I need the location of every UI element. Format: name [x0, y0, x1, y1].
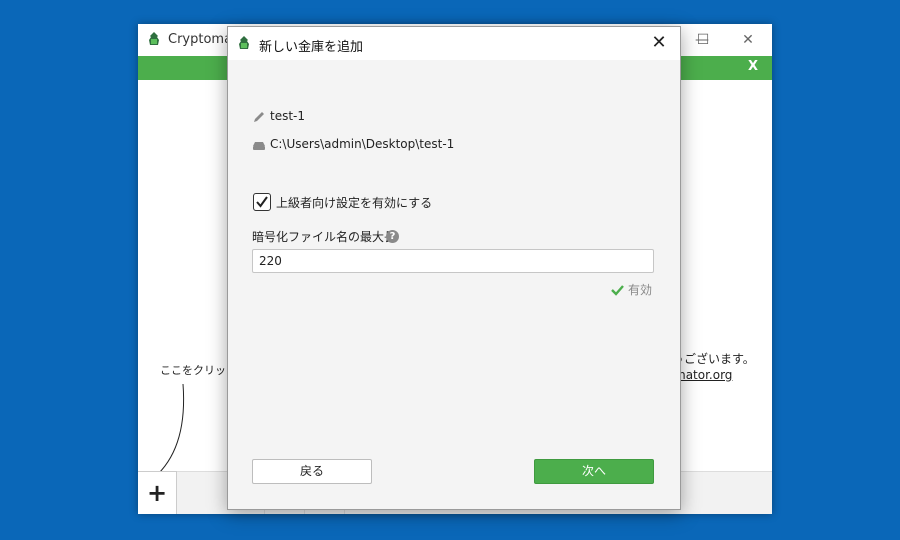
vault-path: C:\Users\admin\Desktop\test-1: [270, 137, 455, 151]
add-vault-dialog: 新しい金庫を追加 ✕ test-1 C:\Users\admin\Desktop…: [227, 26, 681, 510]
advanced-settings-checkbox[interactable]: [253, 193, 271, 211]
max-filename-length-input[interactable]: [252, 249, 654, 273]
website-link[interactable]: mator.org: [674, 368, 732, 382]
cryptomator-logo-icon: [239, 36, 249, 49]
validation-status: 有効: [611, 281, 652, 298]
valid-text: 有効: [628, 283, 653, 297]
checkmark-icon: [256, 196, 268, 208]
pencil-icon: [254, 112, 264, 122]
dialog-title: 新しい金庫を追加: [259, 40, 364, 55]
max-filename-length-label: 暗号化ファイル名の最大長: [252, 230, 397, 244]
vault-name: test-1: [270, 109, 306, 123]
advanced-settings-label[interactable]: 上級者向け設定を有効にする: [276, 194, 432, 211]
back-button[interactable]: 戻る: [252, 459, 372, 484]
drive-icon: [253, 142, 265, 150]
dialog-close-button[interactable]: ✕: [648, 32, 670, 54]
thanks-text: うございます。: [672, 352, 755, 366]
valid-check-icon: [611, 285, 624, 296]
help-icon[interactable]: ?: [386, 230, 399, 243]
next-button[interactable]: 次へ: [534, 459, 654, 484]
dialog-titlebar: 新しい金庫を追加 ✕: [228, 27, 680, 60]
add-vault-button[interactable]: +: [138, 471, 177, 514]
